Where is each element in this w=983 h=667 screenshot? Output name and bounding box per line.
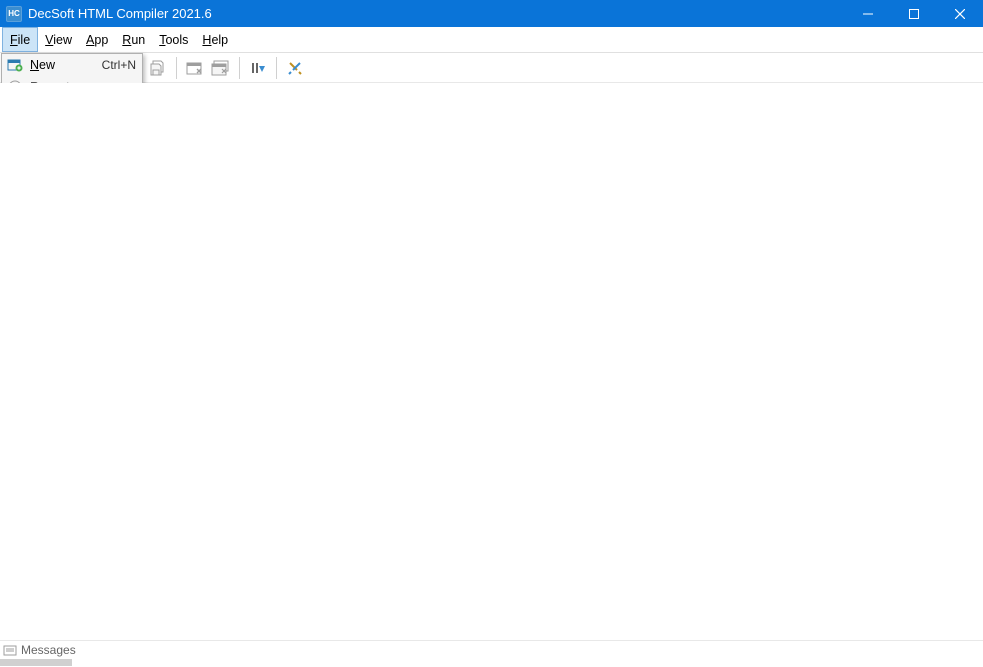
titlebar: HC DecSoft HTML Compiler 2021.6 — [0, 0, 983, 27]
shortcut-text: Ctrl+N — [102, 58, 136, 72]
toolbar-save-all-button[interactable] — [145, 55, 171, 81]
menu-view[interactable]: View — [38, 27, 79, 52]
app-icon: HC — [6, 6, 22, 22]
status-progress-chunk — [0, 659, 72, 666]
save-all-icon — [149, 60, 167, 76]
minimize-icon — [863, 9, 873, 19]
toolbar — [0, 53, 983, 83]
toolbar-options-button[interactable] — [282, 55, 308, 81]
close-button[interactable] — [937, 0, 983, 27]
toolbar-run-button[interactable] — [245, 55, 271, 81]
menu-file[interactable]: File — [2, 27, 38, 52]
run-icon — [250, 60, 266, 76]
toolbar-separator — [239, 57, 240, 79]
toolbar-close-button[interactable] — [182, 55, 208, 81]
toolbar-separator — [176, 57, 177, 79]
toolbar-separator — [276, 57, 277, 79]
new-file-icon — [6, 57, 24, 73]
menu-help[interactable]: Help — [195, 27, 235, 52]
minimize-button[interactable] — [845, 0, 891, 27]
messages-label[interactable]: Messages — [21, 643, 76, 657]
window-controls — [845, 0, 983, 27]
maximize-icon — [909, 9, 919, 19]
close-icon — [955, 9, 965, 19]
window-title: DecSoft HTML Compiler 2021.6 — [28, 6, 212, 21]
menu-item-new[interactable]: New Ctrl+N — [2, 54, 142, 76]
statusbar: Messages — [0, 640, 983, 667]
menu-run[interactable]: Run — [115, 27, 152, 52]
menubar: File View App Run Tools Help — [0, 27, 983, 53]
tools-icon — [287, 60, 303, 76]
menu-tools[interactable]: Tools — [152, 27, 195, 52]
content-area — [0, 83, 983, 640]
messages-icon — [3, 643, 17, 657]
menu-app[interactable]: App — [79, 27, 115, 52]
close-window-icon — [186, 60, 204, 76]
close-all-icon — [211, 60, 231, 76]
maximize-button[interactable] — [891, 0, 937, 27]
toolbar-close-all-button[interactable] — [208, 55, 234, 81]
